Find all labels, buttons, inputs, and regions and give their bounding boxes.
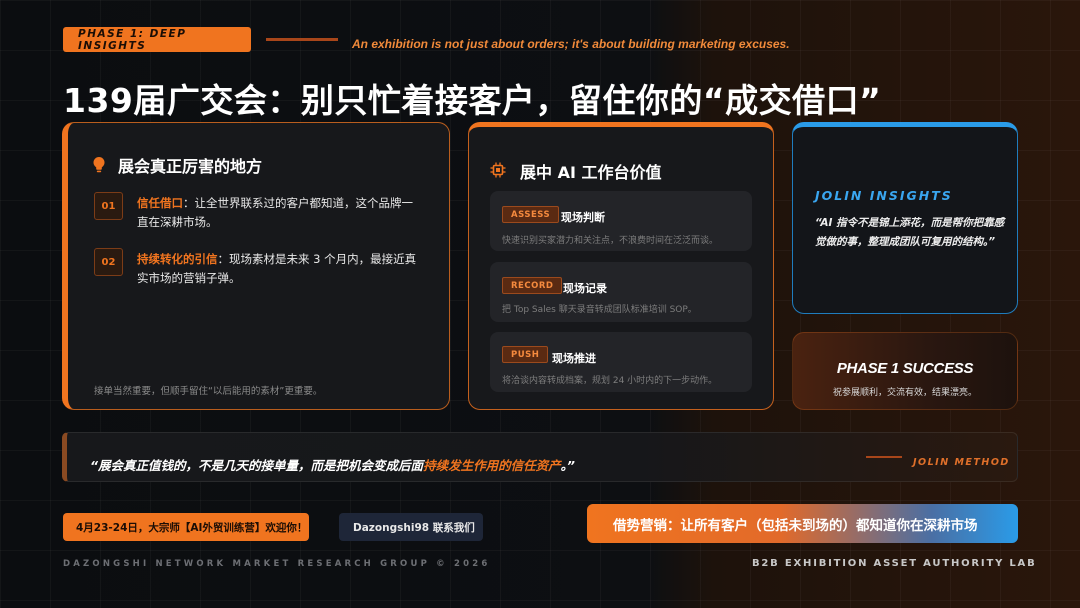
- step-badge: PUSH: [502, 346, 549, 363]
- chip-icon: [490, 162, 506, 178]
- step-title: 现场判断: [561, 211, 605, 224]
- strengths-title: 展会真正厉害的地方: [118, 157, 263, 176]
- step-title: 现场推进: [552, 352, 596, 365]
- step-badge: RECORD: [502, 277, 563, 294]
- footer-copyright: DAZONGSHI NETWORK MARKET RESEARCH GROUP …: [63, 559, 491, 569]
- footer-lab-name: B2B EXHIBITION ASSET AUTHORITY LAB: [752, 558, 1037, 569]
- step-description: 把 Top Sales 聊天录音转成团队标准培训 SOP。: [502, 305, 697, 315]
- step-description: 快速识别买家潜力和关注点，不浪费时间在泛泛而谈。: [502, 236, 719, 246]
- point-number: 02: [94, 248, 123, 276]
- quote-part: 。”: [560, 458, 575, 473]
- quote-part: “展会真正值钱的，不是几天的接单量，而是把机会变成后面: [90, 458, 424, 473]
- method-divider: [866, 456, 902, 458]
- point-number: 01: [94, 192, 123, 220]
- phase-tag: PHASE 1: DEEP INSIGHTS: [63, 27, 251, 52]
- quote-text: “展会真正值钱的，不是几天的接单量，而是把机会变成后面持续发生作用的信任资产。”: [90, 455, 575, 474]
- strengths-footnote: 接单当然重要，但顺手留住“以后能用的素材”更重要。: [94, 386, 323, 397]
- slogan-banner: 借势营销：让所有客户（包括未到场的）都知道你在深耕市场: [587, 504, 1018, 543]
- lightbulb-icon: [93, 157, 105, 173]
- promo-tag: 4月23-24日，大宗师【AI外贸训练营】欢迎你！: [63, 513, 309, 541]
- method-label: JOLIN METHOD: [913, 457, 1010, 468]
- step-description: 将洽谈内容转成档案，规划 24 小时内的下一步动作。: [502, 376, 718, 386]
- header-divider: [266, 38, 338, 41]
- page-title: 139届广交会：别只忙着接客户，留住你的“成交借口”: [63, 81, 882, 120]
- insights-label: JOLIN INSIGHTS: [815, 188, 953, 203]
- point-highlight: 持续转化的引信: [137, 252, 218, 266]
- contact-tag: Dazongshi98 联系我们: [339, 513, 483, 541]
- header-tagline: An exhibition is not just about orders; …: [352, 37, 790, 51]
- point-highlight: 信任借口: [137, 196, 183, 210]
- success-title: PHASE 1 SUCCESS: [836, 360, 974, 377]
- ai-workbench-title: 展中 AI 工作台价值: [520, 163, 662, 182]
- insights-quote: “AI 指令不是锦上添花，而是帮你把靠感觉做的事，整理成团队可复用的结构。”: [815, 217, 1005, 248]
- quote-highlight: 持续发生作用的信任资产: [423, 458, 561, 473]
- success-subtitle: 祝参展顺利，交流有效，结果漂亮。: [832, 388, 977, 398]
- step-title: 现场记录: [563, 282, 607, 295]
- strength-point: 持续转化的引信：现场素材是未来 3 个月内，最接近真实市场的营销子弹。: [137, 250, 419, 288]
- step-badge: ASSESS: [502, 206, 560, 223]
- strength-point: 信任借口：让全世界联系过的客户都知道，这个品牌一直在深耕市场。: [137, 194, 419, 232]
